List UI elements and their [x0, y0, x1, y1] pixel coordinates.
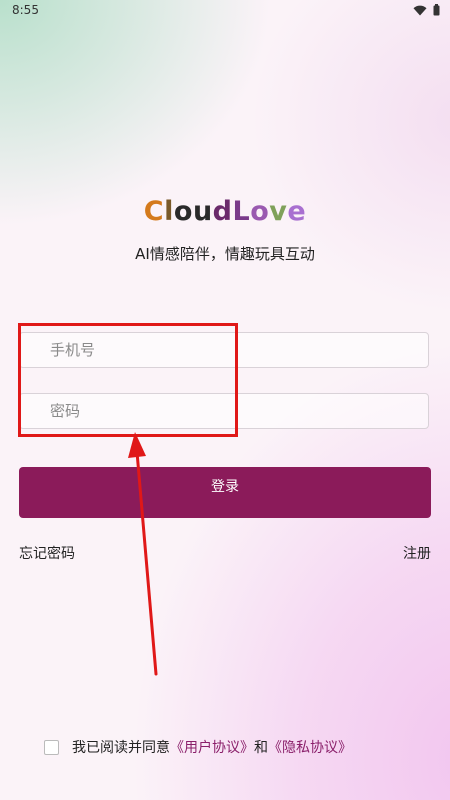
logo-letter: o	[173, 196, 193, 227]
phone-input[interactable]	[20, 333, 428, 367]
forgot-password-link[interactable]: 忘记密码	[19, 543, 75, 563]
agreement-text: 我已阅读并同意	[72, 740, 170, 756]
agreement-conjunction: 和	[254, 740, 268, 756]
status-icons	[413, 4, 440, 16]
logo-letter: o	[250, 196, 270, 227]
password-field-container	[19, 393, 429, 429]
agreement-row: 我已阅读并同意 《用户协议》 和 《隐私协议》	[44, 737, 352, 757]
status-time: 8:55	[12, 3, 39, 17]
logo-letter: e	[287, 196, 307, 227]
password-input[interactable]	[20, 394, 428, 428]
wifi-icon	[413, 5, 427, 16]
logo-letter: l	[164, 196, 174, 227]
logo-letter: C	[143, 196, 165, 227]
user-agreement-link[interactable]: 《用户协议》	[170, 737, 254, 757]
battery-icon	[433, 4, 440, 16]
login-button[interactable]: 登录	[19, 467, 431, 518]
status-bar: 8:55	[0, 0, 450, 22]
agreement-checkbox[interactable]	[44, 739, 59, 755]
logo-letter: v	[269, 196, 288, 227]
login-button-label: 登录	[211, 479, 239, 495]
tagline: AI情感陪伴，情趣玩具互动	[135, 245, 315, 263]
logo-letter: L	[232, 196, 251, 227]
logo-letter: d	[212, 196, 233, 227]
app-logo: CloudLove	[0, 196, 450, 227]
privacy-policy-link[interactable]: 《隐私协议》	[268, 737, 352, 757]
logo-letter: u	[192, 196, 213, 227]
register-link[interactable]: 注册	[403, 543, 431, 563]
app-name: CloudLove	[144, 196, 306, 227]
phone-field-container	[19, 332, 429, 368]
